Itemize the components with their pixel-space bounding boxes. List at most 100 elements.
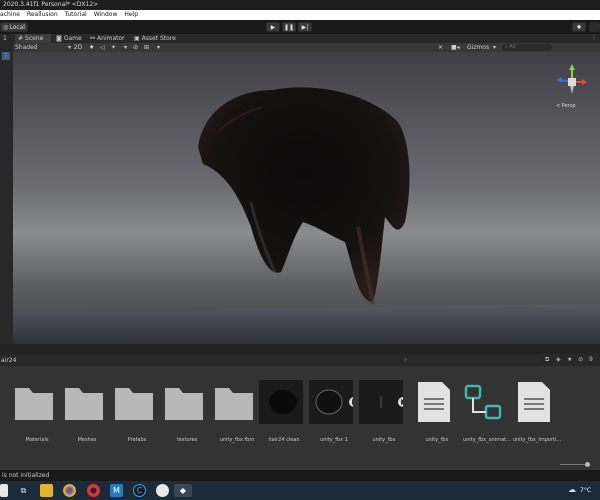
app-m-icon[interactable]: M <box>110 484 123 497</box>
unity-hub-icon[interactable] <box>156 484 169 497</box>
tab-scene-label: Scene <box>25 35 44 42</box>
orientation-gizmo[interactable]: < Persp <box>552 62 592 110</box>
pivot-rotation-button[interactable]: ◎ Local <box>0 22 28 32</box>
folder-icon <box>115 388 153 420</box>
asset-file-importer[interactable]: unity_fbx_Importi... <box>512 380 562 450</box>
play-button[interactable]: ▶ <box>266 22 280 32</box>
speaker-icon: ◁ <box>100 44 105 51</box>
pause-button[interactable]: ❚❚ <box>282 22 296 32</box>
selected-row-marker[interactable]: ⋮ <box>2 52 10 60</box>
asset-label: unity_fbx_Importi... <box>512 437 562 443</box>
unity-editor-icon[interactable]: ◆ <box>174 484 192 497</box>
camera-settings-button[interactable]: ■◂ <box>451 43 460 52</box>
scene-search-input[interactable]: ⌕ All <box>502 44 552 51</box>
left-panel-label: 1 <box>3 35 7 42</box>
grid-toggle[interactable]: ⊞ <box>144 43 149 52</box>
window-title: 2020.3.41f1 Personal* <DX12> <box>3 1 99 8</box>
scene-viewport[interactable]: < Persp <box>13 52 600 344</box>
scene-view-toolbar: Shaded ▾ 2D ♦ ◁ ✦ ▾ ⊘ ⊞ ▾ ✕ ■◂ Gizmos ▾ … <box>13 43 600 52</box>
opera-icon[interactable] <box>87 484 100 497</box>
tab-animator-label: Animator <box>97 35 125 42</box>
audio-toggle[interactable]: ◁ <box>100 43 105 52</box>
model-preview-icon <box>259 380 303 424</box>
menu-item-window[interactable]: Window <box>94 10 118 20</box>
animator-icon: ⚯ <box>90 35 96 42</box>
game-icon: ◙ <box>56 35 62 42</box>
model-preview-icon <box>309 380 353 424</box>
toggle-2d-button[interactable]: 2D <box>73 43 83 52</box>
package-count: 9 <box>589 356 593 363</box>
tab-animator[interactable]: ⚯ Animator <box>87 34 131 43</box>
settings-button[interactable]: ✹ <box>572 22 586 32</box>
favorite-star-icon[interactable]: ★ <box>567 356 572 363</box>
hidden-packages-icon[interactable]: ⊘ <box>578 356 583 363</box>
project-breadcrumb[interactable]: air24 <box>1 357 16 364</box>
grid-icon: ⊞ <box>144 44 150 51</box>
scene-search-placeholder: All <box>509 44 516 50</box>
draw-mode-dropdown[interactable]: Shaded ▾ <box>15 43 71 52</box>
chrome-icon[interactable] <box>63 484 76 497</box>
tab-asset-store[interactable]: ▣ Asset Store <box>131 34 185 43</box>
eye-off-icon: ⊘ <box>133 44 139 51</box>
tools-icon: ✕ <box>438 44 444 51</box>
draw-mode-label: Shaded <box>15 44 38 51</box>
tools-toggle[interactable]: ✕ <box>438 43 443 52</box>
animator-controller-icon <box>464 384 502 420</box>
icon-size-slider-handle[interactable] <box>585 462 590 467</box>
lightbulb-icon: ♦ <box>89 44 95 51</box>
effects-toggle[interactable]: ✦ <box>111 43 116 52</box>
tab-game[interactable]: ◙ Game <box>53 34 87 43</box>
grid-dropdown[interactable]: ▾ <box>157 43 160 52</box>
menu-item-help[interactable]: Help <box>124 10 138 20</box>
tab-game-label: Game <box>63 35 82 42</box>
asset-model-unity-fbx-1[interactable]: unity_fbx 1 <box>309 380 359 450</box>
globe-icon: ◎ <box>3 23 9 31</box>
asset-model-unity-fbx[interactable]: unity_fbx <box>359 380 409 450</box>
file-explorer-icon[interactable] <box>40 484 53 497</box>
asset-model-hair24-clean[interactable]: hair24 clean <box>259 380 309 450</box>
step-icon: ▶| <box>301 23 309 31</box>
asset-folder-materials[interactable]: Materials <box>12 380 62 450</box>
chevron-down-icon: ▾ <box>157 44 161 51</box>
asset-folder-prefabs[interactable]: Prefabs <box>112 380 162 450</box>
search-by-label-icon[interactable]: ◈ <box>556 356 561 363</box>
layers-button[interactable] <box>589 22 600 32</box>
step-button[interactable]: ▶| <box>298 22 312 32</box>
search-by-type-icon[interactable]: ⧉ <box>545 356 549 364</box>
panel-separator <box>0 344 600 354</box>
folder-icon <box>215 388 253 420</box>
project-search-input[interactable]: ⌕ <box>402 356 540 363</box>
projection-label[interactable]: < Persp <box>556 103 576 109</box>
weather-icon[interactable]: ☁ <box>568 485 576 494</box>
asset-file-unity-fbx[interactable]: unity_fbx <box>412 380 462 450</box>
task-view-icon[interactable]: ⧉ <box>17 484 30 497</box>
effects-dropdown[interactable]: ▾ <box>124 43 127 52</box>
document-icon <box>418 382 450 422</box>
menu-item-reallusion[interactable]: Reallusion <box>27 10 58 20</box>
lighting-toggle[interactable]: ♦ <box>89 43 94 52</box>
asset-folder-meshes[interactable]: Meshes <box>62 380 112 450</box>
grid-icon: # <box>18 35 24 42</box>
menu-item-machine[interactable]: achine <box>0 10 20 20</box>
status-text: is not initialized <box>2 472 50 479</box>
folder-icon <box>65 388 103 420</box>
asset-animator-controller[interactable]: unity_fbx_animat... <box>462 380 512 450</box>
camera-icon: ■◂ <box>451 44 460 51</box>
search-icon: ⌕ <box>404 357 407 363</box>
tab-scene[interactable]: # Scene <box>15 34 51 43</box>
toggle-2d-label: 2D <box>73 44 83 51</box>
project-header: air24 ⌕ ⧉ ◈ ★ ⊘ 9 <box>0 354 600 366</box>
app-c-icon[interactable]: C <box>133 484 146 497</box>
gizmos-dropdown[interactable]: Gizmos ▾ <box>467 43 503 52</box>
asset-grid-footer <box>0 460 600 470</box>
pivot-label: Local <box>9 23 25 31</box>
app-icon[interactable] <box>0 484 8 497</box>
menu-item-tutorial[interactable]: Tutorial <box>65 10 87 20</box>
tab-menu-icon[interactable]: ⋮ <box>591 34 597 41</box>
axis-gizmo-graphic <box>557 64 587 94</box>
asset-folder-textures[interactable]: textures <box>162 380 212 450</box>
model-preview-icon <box>359 380 403 424</box>
temperature-label[interactable]: 7°C <box>580 487 591 494</box>
hidden-objects-toggle[interactable]: ⊘ <box>133 43 138 52</box>
windows-taskbar: ⧉ M C ◆ ☁ 7°C <box>0 481 600 500</box>
